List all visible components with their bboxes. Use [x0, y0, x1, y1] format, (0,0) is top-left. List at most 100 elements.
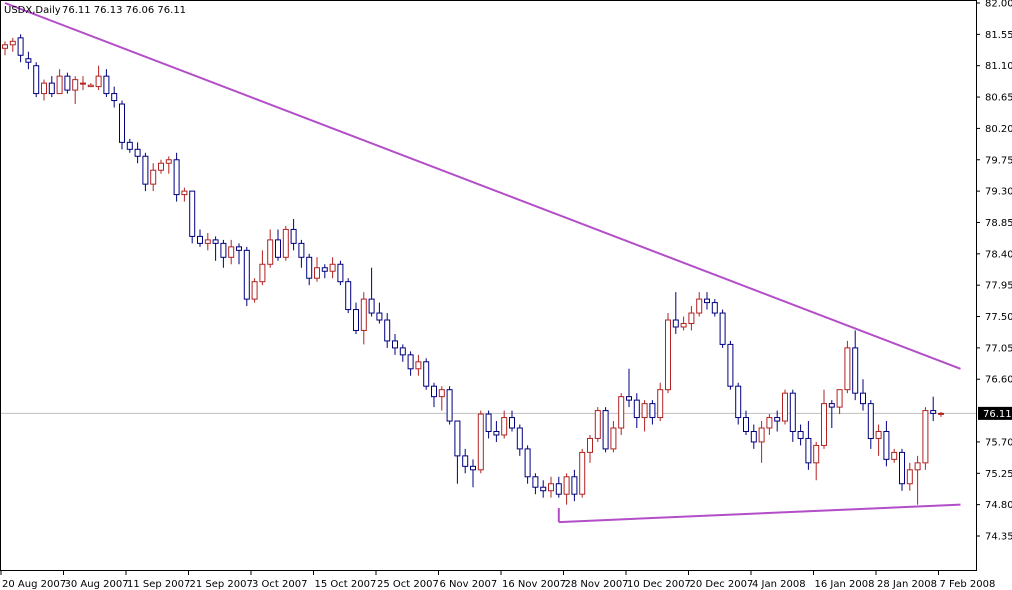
- candle-body: [509, 417, 515, 429]
- candle-body: [321, 267, 328, 272]
- candle-body: [891, 451, 898, 460]
- y-tick-label: 78.40: [985, 249, 1012, 260]
- candle-body: [275, 239, 281, 258]
- candle-body: [493, 430, 500, 436]
- candle-body: [189, 190, 196, 237]
- candle-body: [415, 361, 422, 370]
- candle-body: [438, 389, 445, 398]
- candle-body: [431, 385, 437, 398]
- candle-body: [852, 347, 859, 394]
- usdx-daily-candlestick-chart: 82.00 81.55 81.10 80.65 80.20 79.75 79.30 78.85…: [0, 0, 1012, 590]
- candle-body: [711, 302, 718, 314]
- candle: [594, 407, 601, 442]
- candle-body: [337, 263, 344, 283]
- x-tick-label: 16 Jan 2008: [815, 579, 875, 590]
- candle: [782, 389, 788, 425]
- candle-body: [158, 162, 164, 171]
- candle-body: [314, 267, 320, 279]
- candle-body: [797, 430, 804, 439]
- candle-body: [306, 256, 313, 279]
- x-tick-label: 20 Dec 2007: [690, 579, 754, 590]
- candle-body: [220, 242, 227, 258]
- candle-body: [111, 93, 118, 102]
- candle-body: [477, 413, 484, 471]
- candle-body: [95, 75, 102, 88]
- candle-body: [501, 417, 508, 436]
- candle-body: [454, 420, 461, 457]
- x-tick-label: 16 Nov 2007: [502, 579, 566, 590]
- x-tick-label: 28 Nov 2007: [565, 579, 629, 590]
- candle-body: [532, 476, 539, 488]
- candle-body: [446, 389, 453, 422]
- candle-body: [150, 169, 157, 185]
- candle-body: [126, 141, 133, 150]
- candle-body: [103, 75, 110, 95]
- candle-body: [485, 413, 492, 432]
- x-tick-label: 25 Oct 2007: [377, 579, 439, 590]
- candle-body: [165, 159, 172, 164]
- y-tick-label: 80.65: [985, 93, 1012, 104]
- candle-body: [649, 403, 656, 419]
- candle-body: [938, 412, 944, 415]
- candle-body: [204, 239, 211, 244]
- candle-body: [87, 84, 94, 88]
- y-tick-label: 79.75: [985, 155, 1012, 166]
- candle-body: [618, 396, 625, 429]
- candle-body: [758, 427, 765, 443]
- candle-body: [72, 79, 79, 91]
- candle-body: [914, 462, 921, 471]
- candle-body: [243, 249, 250, 300]
- x-tick-label: 30 Aug 2007: [65, 579, 129, 590]
- candle-body: [875, 430, 882, 439]
- candle-body: [821, 403, 827, 446]
- candle-body: [25, 58, 32, 63]
- candle-body: [2, 44, 8, 49]
- candle-body: [251, 281, 258, 300]
- candle-body: [813, 444, 820, 464]
- candle-body: [688, 312, 695, 324]
- candle-body: [587, 437, 593, 453]
- x-tick-label: 21 Sep 2007: [190, 579, 253, 590]
- candle-body: [633, 399, 640, 419]
- candle-body: [360, 298, 367, 331]
- chart-title: USDX,Daily: [4, 5, 61, 16]
- candle-body: [228, 246, 235, 258]
- candle: [665, 313, 671, 394]
- candle-body: [470, 465, 476, 471]
- candle-body: [384, 319, 391, 342]
- candle-body: [259, 263, 266, 283]
- x-tick-label: 11 Sep 2007: [127, 579, 190, 590]
- chart-background: [0, 0, 1012, 590]
- y-tick-label: 81.55: [985, 30, 1012, 41]
- candle-body: [719, 312, 726, 345]
- candle-body: [134, 148, 141, 157]
- candle: [64, 72, 71, 94]
- candle: [345, 278, 352, 314]
- ohlc-header: 76.11 76.13 76.06 76.11: [62, 5, 186, 16]
- y-tick-label: 80.20: [985, 124, 1012, 135]
- candle-body: [56, 75, 63, 95]
- candle-body: [672, 319, 679, 328]
- candle-body: [665, 319, 671, 391]
- candle-body: [345, 281, 352, 311]
- candle: [423, 358, 430, 390]
- candle-body: [555, 483, 562, 495]
- candle: [579, 448, 586, 498]
- candle-body: [571, 476, 578, 495]
- candle-body: [766, 417, 773, 429]
- x-tick-label: 10 Dec 2007: [627, 579, 691, 590]
- candle-body: [930, 410, 937, 414]
- x-tick-label: 28 Jan 2008: [877, 579, 937, 590]
- candle: [337, 260, 344, 286]
- x-tick-label: 20 Aug 2007: [2, 579, 66, 590]
- candle-body: [423, 361, 430, 387]
- candle-body: [782, 392, 788, 422]
- candle-body: [181, 190, 188, 196]
- candle: [719, 309, 726, 348]
- candle-body: [743, 417, 749, 432]
- candle: [727, 340, 734, 390]
- y-tick-label: 74.80: [985, 500, 1012, 511]
- candle-body: [704, 298, 710, 304]
- current-price-tag-label: 76.11: [983, 409, 1012, 420]
- candle-body: [563, 476, 570, 495]
